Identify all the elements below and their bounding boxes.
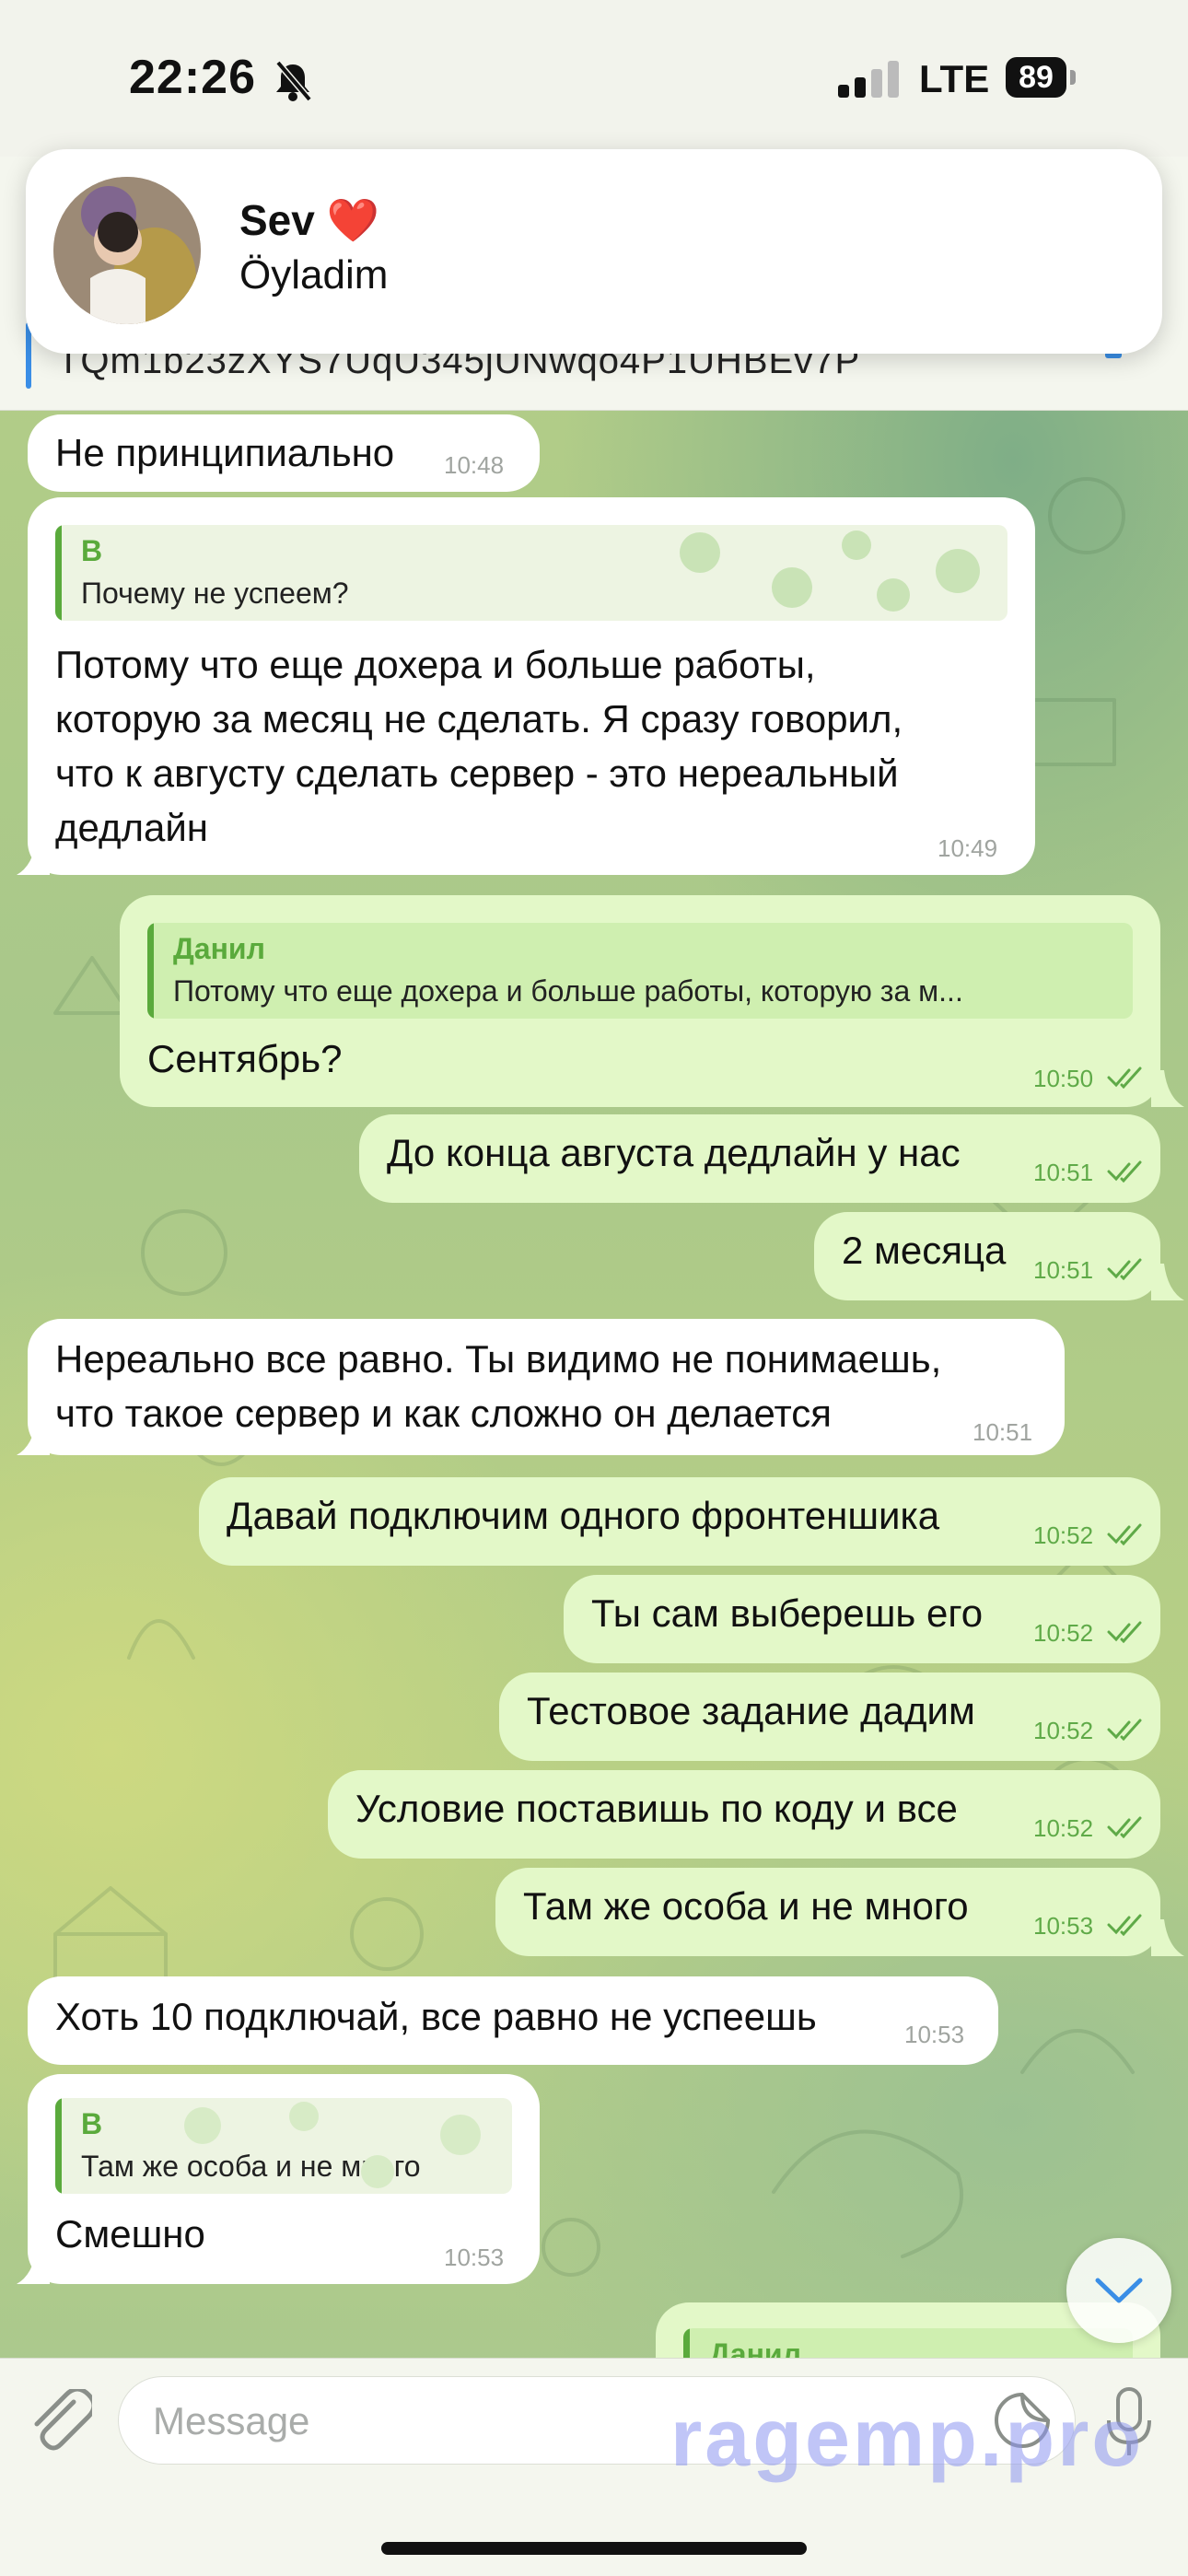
- message-bubble-incoming[interactable]: Не принципиально 10:48: [28, 414, 540, 492]
- message-time: 10:52: [1033, 1619, 1094, 1647]
- message-bubble-outgoing[interactable]: До конца августа дедлайн у нас 10:51: [359, 1114, 1160, 1203]
- message-text: Условие поставишь по коду и все: [355, 1787, 958, 1830]
- bubble-tail: [17, 838, 50, 875]
- reply-preview[interactable]: B Почему не успеем?: [55, 525, 1007, 621]
- message-text: 2 месяца: [842, 1229, 1007, 1272]
- message-bubble-incoming[interactable]: B Там же особа и не много Смешно 10:53: [28, 2074, 540, 2284]
- message-time: 10:51: [1033, 1256, 1094, 1284]
- message-text-line: которую за месяц не сделать. Я сразу гов…: [55, 697, 903, 740]
- reply-author: B: [81, 534, 103, 567]
- message-text-line: дедлайн: [55, 806, 208, 849]
- read-checkmarks-icon: [1107, 1258, 1142, 1280]
- reply-author: Данил: [173, 932, 265, 965]
- message-time: 10:49: [938, 834, 998, 862]
- cellular-signal-icon: [838, 61, 899, 98]
- read-checkmarks-icon: [1107, 1523, 1142, 1545]
- reply-bar: [55, 2098, 62, 2194]
- message-bubble-outgoing[interactable]: Данил Потому что еще дохера и больше раб…: [120, 895, 1160, 1107]
- reply-text: Потому что еще дохера и больше работы, к…: [173, 974, 963, 1008]
- home-indicator[interactable]: [381, 2542, 807, 2555]
- message-bubble-outgoing[interactable]: Тестовое задание дадим 10:52: [499, 1673, 1160, 1761]
- message-text-line: что такое сервер и как сложно он делаетс…: [55, 1392, 833, 1435]
- message-time: 10:53: [1033, 1912, 1094, 1940]
- avatar: [53, 177, 201, 324]
- message-time: 10:52: [1033, 1521, 1094, 1549]
- message-bubble-incoming[interactable]: B Почему не успеем? Потому что еще дохер…: [28, 497, 1035, 875]
- message-text-line: что к августу сделать сервер - это нереа…: [55, 752, 899, 795]
- message-time: 10:48: [444, 451, 505, 479]
- reply-bar: [147, 923, 154, 1019]
- read-checkmarks-icon: [1107, 1719, 1142, 1741]
- scroll-to-bottom-button[interactable]: [1066, 2238, 1171, 2343]
- battery-tip: [1070, 70, 1076, 85]
- message-text: До конца августа дедлайн у нас: [387, 1131, 961, 1174]
- notification-banner[interactable]: Sev ❤️ Öyladim: [26, 149, 1162, 354]
- message-text: Там же особа и не много: [523, 1884, 969, 1928]
- money-bag-pattern: [184, 2102, 481, 2188]
- bubble-tail: [17, 1418, 50, 1455]
- reply-author: B: [81, 2107, 103, 2140]
- read-checkmarks-icon: [1107, 1914, 1142, 1936]
- money-bag-pattern: [680, 530, 980, 612]
- message-bubble-incoming[interactable]: Хоть 10 подключай, все равно не успеешь …: [28, 1976, 998, 2065]
- notification-text: Öyladim: [239, 252, 389, 297]
- watermark: ragemp.pro: [670, 2392, 1145, 2483]
- message-text: Давай подключим одного фронтеншика: [227, 1494, 940, 1537]
- clock: 22:26: [129, 51, 256, 104]
- bubble-tail: [1151, 1919, 1184, 1956]
- message-time: 10:51: [973, 1418, 1033, 1446]
- message-text: Тестовое задание дадим: [527, 1689, 975, 1732]
- message-time: 10:53: [444, 2244, 505, 2271]
- message-bubble-outgoing[interactable]: Там же особа и не много 10:53: [495, 1868, 1160, 1956]
- chevron-down-icon: [1095, 2278, 1143, 2303]
- message-text: Ты сам выберешь его: [591, 1591, 984, 1635]
- reply-preview[interactable]: B Там же особа и не много: [55, 2098, 512, 2194]
- message-input-placeholder: Message: [153, 2399, 310, 2442]
- battery-indicator: 89: [1006, 57, 1066, 98]
- message-bubble-outgoing[interactable]: Давай подключим одного фронтеншика 10:52: [199, 1477, 1160, 1566]
- network-type: LTE: [919, 57, 990, 100]
- read-checkmarks-icon: [1107, 1067, 1142, 1089]
- read-checkmarks-icon: [1107, 1816, 1142, 1838]
- message-text: Сентябрь?: [147, 1037, 343, 1080]
- bubble-tail: [17, 2247, 50, 2284]
- reply-bar: [55, 525, 62, 621]
- reply-preview[interactable]: Данил Потому что еще дохера и больше раб…: [147, 923, 1133, 1019]
- message-text: Хоть 10 подключай, все равно не успеешь: [55, 1995, 817, 2038]
- message-bubble-outgoing[interactable]: 2 месяца 10:51: [814, 1212, 1160, 1300]
- read-checkmarks-icon: [1107, 1160, 1142, 1183]
- bell-muted-icon: [275, 60, 312, 102]
- reply-text: Почему не успеем?: [81, 577, 349, 610]
- message-time: 10:51: [1033, 1159, 1094, 1186]
- bubble-tail: [1151, 1070, 1184, 1107]
- bubble-tail: [1151, 1264, 1184, 1300]
- read-checkmarks-icon: [1107, 1621, 1142, 1643]
- message-time: 10:50: [1033, 1065, 1094, 1092]
- message-text-line: Нереально все равно. Ты видимо не понима…: [55, 1337, 942, 1381]
- message-bubble-incoming[interactable]: Нереально все равно. Ты видимо не понима…: [28, 1319, 1065, 1455]
- message-time: 10:53: [904, 2021, 965, 2048]
- message-text: Не принципиально: [55, 431, 395, 474]
- message-time: 10:52: [1033, 1814, 1094, 1842]
- notification-sender: Sev ❤️: [239, 196, 379, 244]
- paperclip-icon[interactable]: [28, 2389, 92, 2459]
- message-time: 10:52: [1033, 1717, 1094, 1744]
- message-bubble-outgoing[interactable]: Ты сам выберешь его 10:52: [564, 1575, 1160, 1663]
- message-text-line: Потому что еще дохера и больше работы,: [55, 643, 816, 686]
- message-bubble-outgoing[interactable]: Условие поставишь по коду и все 10:52: [328, 1770, 1160, 1859]
- message-text: Смешно: [55, 2212, 205, 2255]
